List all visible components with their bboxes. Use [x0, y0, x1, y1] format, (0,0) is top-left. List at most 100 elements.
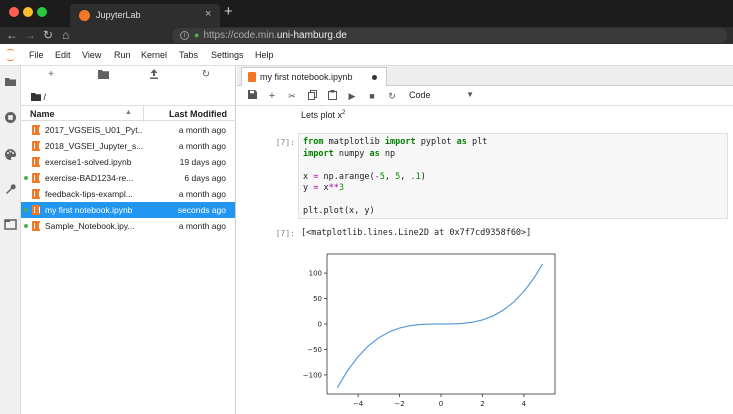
y-tick-label: 100 [309, 270, 322, 278]
new-launcher-button[interactable]: + [44, 69, 58, 83]
running-indicator-icon [24, 208, 28, 212]
file-row[interactable]: feedback-tips-exampl... a month ago [21, 186, 235, 202]
browser-tab-bar: JupyterLab × + [0, 0, 733, 27]
code-token: numpy [333, 148, 370, 159]
code-token: plt.plot(x, y) [303, 206, 375, 216]
url-field[interactable]: i ● https://code.min.uni-hamburg.de [172, 28, 727, 43]
code-token: from [303, 137, 324, 147]
notebook-file-icon [32, 173, 40, 183]
file-row[interactable]: 2017_VGSEIS_U01_Pyt... a month ago [21, 122, 235, 138]
x-tick-label: 4 [522, 400, 527, 408]
code-token: pyplot [415, 137, 457, 147]
breadcrumb[interactable]: / [31, 92, 46, 102]
file-row[interactable]: 2018_VGSEI_Jupyter_s... a month ago [21, 138, 235, 154]
markdown-cell[interactable]: Lets plot x2 [301, 110, 345, 120]
file-modified: 19 days ago [179, 157, 226, 167]
new-tab-button[interactable]: + [224, 3, 233, 20]
stop-icon[interactable]: ■ [366, 90, 378, 102]
menu-edit[interactable]: Edit [55, 50, 71, 60]
home-icon[interactable]: ⌂ [62, 28, 69, 42]
x-tick-label: −2 [394, 400, 404, 408]
code-token: as [456, 137, 467, 147]
new-folder-icon[interactable] [96, 69, 110, 83]
wrench-icon[interactable] [4, 182, 17, 195]
browser-tab-title: JupyterLab [96, 10, 141, 20]
notebook-panel: my first notebook.ipynb + ✂ ▶ ■ ↻ Code ▼… [237, 66, 733, 414]
browser-tab[interactable]: JupyterLab × [70, 4, 220, 27]
copy-icon[interactable] [306, 90, 318, 102]
palette-icon[interactable] [4, 148, 17, 161]
x-tick-label: 2 [480, 400, 484, 408]
tab-close-icon[interactable]: × [205, 8, 211, 20]
run-icon[interactable]: ▶ [346, 90, 358, 102]
running-kernels-icon[interactable] [4, 111, 17, 124]
code-line: y = x**3 [303, 183, 344, 193]
window-close-button[interactable] [9, 7, 19, 17]
running-indicator-icon [24, 176, 28, 180]
file-name: Sample_Notebook.ipy... [45, 221, 135, 231]
menu-view[interactable]: View [82, 50, 101, 60]
code-line: plt.plot(x, y) [303, 206, 375, 216]
code-token: as [369, 148, 380, 159]
unsaved-indicator-icon[interactable] [372, 75, 377, 80]
cell-type-select[interactable]: Code ▼ [409, 90, 474, 102]
cut-icon[interactable]: ✂ [286, 90, 298, 102]
x-tick-label: −4 [353, 400, 364, 408]
reload-icon[interactable]: ↻ [43, 28, 53, 42]
menu-bar: File Edit View Run Kernel Tabs Settings … [0, 44, 733, 66]
paste-icon[interactable] [326, 90, 338, 102]
url-host: uni-hamburg.de [276, 30, 347, 41]
folder-icon[interactable] [4, 75, 17, 88]
notebook-file-icon [32, 189, 40, 199]
plot-output: −4 −2 0 2 4 −100 −50 0 50 100 [303, 253, 556, 408]
menu-kernel[interactable]: Kernel [141, 50, 167, 60]
code-line: x = np.arange(-5, 5, .1) [303, 172, 426, 182]
window-minimize-button[interactable] [23, 7, 33, 17]
y-tick-label: −50 [307, 346, 322, 354]
left-sidebar [0, 66, 21, 414]
column-modified-header[interactable]: Last Modified [169, 109, 227, 119]
file-modified: a month ago [178, 221, 226, 231]
menu-file[interactable]: File [29, 50, 44, 60]
forward-arrow-icon[interactable]: → [24, 28, 36, 42]
x-tick-label: 0 [439, 400, 443, 408]
window-maximize-button[interactable] [37, 7, 47, 17]
code-token: 3 [338, 183, 344, 193]
y-tick-label: −100 [303, 371, 322, 379]
file-modified: a month ago [178, 141, 226, 151]
jupyter-favicon-icon [79, 10, 90, 21]
notebook-icon [248, 72, 256, 82]
code-cell-editor[interactable]: from matplotlib import pyplot as plt impo… [298, 133, 728, 219]
menu-tabs[interactable]: Tabs [179, 50, 198, 60]
file-row[interactable]: exercise-BAD1234-re... 6 days ago [21, 170, 235, 186]
file-row[interactable]: my first notebook.ipynb seconds ago [21, 202, 235, 218]
upload-icon[interactable] [147, 69, 161, 83]
code-line: import numpy as np [303, 149, 395, 159]
file-name: feedback-tips-exampl... [45, 189, 133, 199]
notebook-toolbar: + ✂ ▶ ■ ↻ Code ▼ [237, 86, 733, 106]
sort-arrow-up-icon[interactable]: ▲ [125, 109, 132, 116]
save-icon[interactable] [246, 90, 258, 102]
menu-run[interactable]: Run [114, 50, 131, 60]
document-tab-bar: my first notebook.ipynb [237, 66, 733, 86]
refresh-icon[interactable]: ↻ [199, 69, 213, 83]
column-name-header[interactable]: Name [30, 109, 55, 119]
code-token: x [303, 171, 314, 182]
menu-help[interactable]: Help [255, 50, 274, 60]
file-name: exercise-BAD1234-re... [45, 173, 134, 183]
file-row[interactable]: Sample_Notebook.ipy... a month ago [21, 218, 235, 234]
jupyter-logo-icon [6, 49, 15, 61]
tabs-icon[interactable] [4, 218, 17, 231]
file-modified: a month ago [178, 125, 226, 135]
file-name: exercise1-solved.ipynb [45, 157, 132, 167]
notebook-file-icon [32, 157, 40, 167]
site-info-icon[interactable]: i [180, 30, 189, 40]
back-arrow-icon[interactable]: ← [6, 28, 18, 42]
y-tick-label: 0 [318, 321, 322, 329]
restart-icon[interactable]: ↻ [386, 90, 398, 102]
menu-settings[interactable]: Settings [211, 50, 244, 60]
output-prompt: [7]: [275, 229, 295, 238]
file-row[interactable]: exercise1-solved.ipynb 19 days ago [21, 154, 235, 170]
insert-cell-icon[interactable]: + [266, 90, 278, 102]
notebook-tab[interactable]: my first notebook.ipynb [241, 67, 387, 86]
